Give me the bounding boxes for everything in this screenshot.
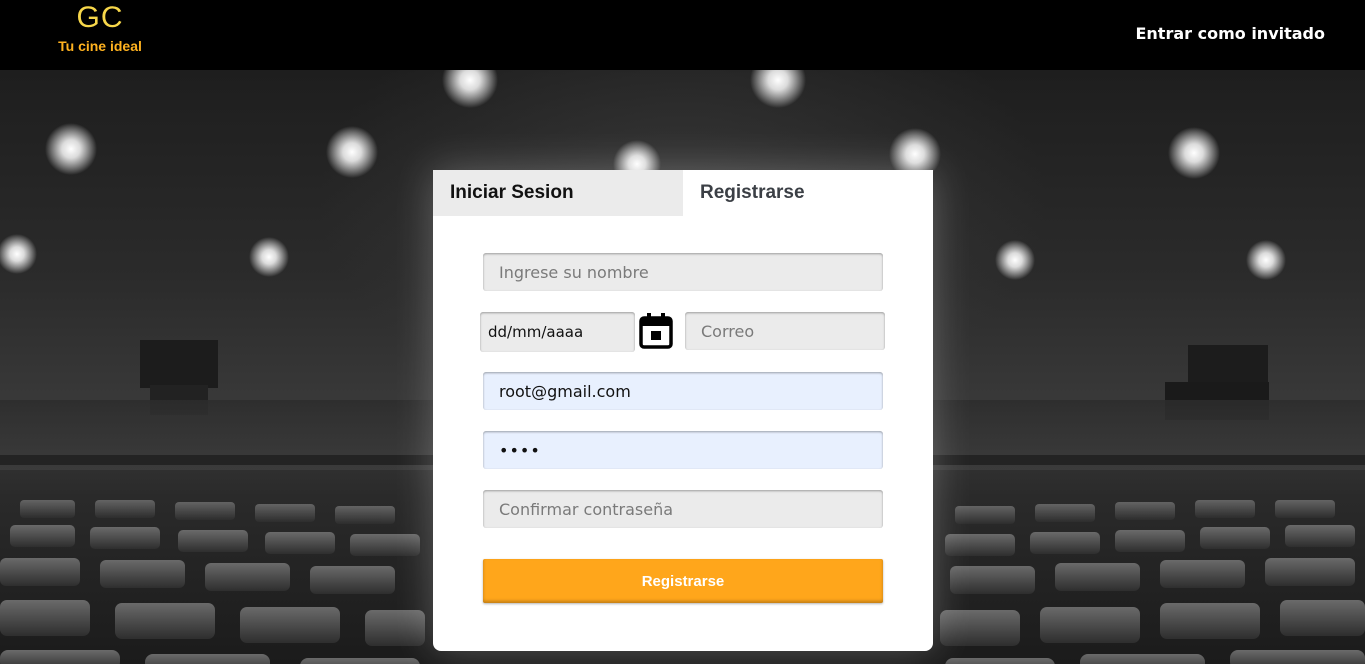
auth-card: Iniciar Sesion Registrarse dd/mm/aaaa Re… (433, 170, 933, 651)
confirm-password-input[interactable] (483, 490, 883, 528)
tab-register[interactable]: Registrarse (683, 170, 933, 216)
register-button[interactable]: Registrarse (483, 559, 883, 603)
top-navbar: GC Tu cine ideal Entrar como invitado (0, 0, 1365, 70)
auth-tabs: Iniciar Sesion Registrarse (433, 170, 933, 216)
username-input[interactable] (483, 372, 883, 410)
tab-login[interactable]: Iniciar Sesion (433, 170, 683, 216)
calendar-icon[interactable] (639, 311, 673, 349)
email-input[interactable] (685, 312, 885, 350)
logo-tagline: Tu cine ideal (58, 38, 142, 54)
password-input[interactable] (483, 431, 883, 469)
logo-mark: GC (76, 1, 124, 34)
guest-login-link[interactable]: Entrar como invitado (1135, 24, 1325, 43)
brand-logo[interactable]: GC Tu cine ideal (30, 0, 170, 70)
birthdate-input[interactable]: dd/mm/aaaa (480, 312, 635, 352)
name-input[interactable] (483, 253, 883, 291)
